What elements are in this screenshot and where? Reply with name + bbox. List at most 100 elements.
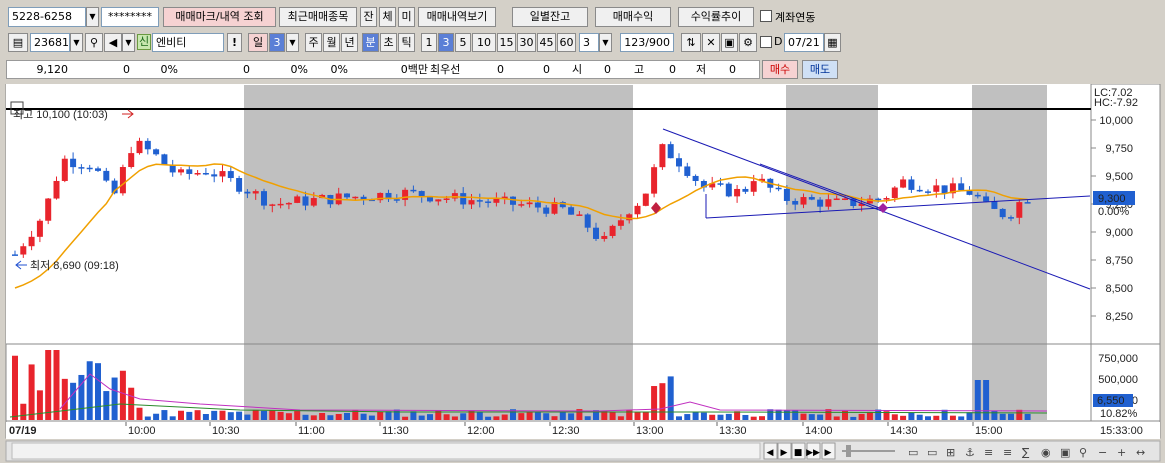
candle-up [651,167,658,194]
volume-bar [393,409,400,420]
interval-30-button[interactable]: 30 [517,33,536,52]
recent-trades-button[interactable]: 최근매매종목 [279,7,357,27]
volume-bar [28,364,35,420]
price-tick-label: 9,000 [1105,227,1133,239]
candle-up [178,169,184,173]
execution-button[interactable]: 체 [379,7,396,27]
open-value: 0 [604,63,611,76]
volume-bar [128,387,135,420]
interval-dropdown[interactable]: ▼ [599,33,612,52]
sell-button[interactable]: 매도 [802,60,838,79]
time-tick-label: 11:00 [298,425,325,437]
best-ask-value: 0 [497,63,504,76]
volume-bar [219,410,226,420]
alert-icon[interactable]: ! [227,33,242,52]
account-link-checkbox[interactable] [760,10,772,22]
volume-bar [451,416,458,420]
candle-up [269,204,276,206]
current-volume-pct: 10.82% [1100,408,1138,420]
chart-type-icon[interactable]: ⇅ [681,33,701,52]
interval-3-button[interactable]: 3 [438,33,454,52]
volume-bar [659,383,666,420]
time-tick-label: 12:30 [552,425,580,437]
speaker-icon[interactable]: ◀ [104,33,122,52]
password-field[interactable]: ******** [101,7,159,27]
interval-1-button[interactable]: 1 [421,33,437,52]
daily-balance-button[interactable]: 일별잔고 [512,7,588,27]
volume-bar [319,412,326,420]
interval-15-button[interactable]: 15 [497,33,516,52]
interval-input[interactable]: 3 [579,33,599,52]
period-yearly-button[interactable]: 년 [341,33,358,52]
candle-down [460,193,467,205]
search-icon[interactable]: ⚲ [85,33,103,52]
volume-bar [269,410,276,420]
period-monthly-button[interactable]: 월 [323,33,340,52]
calendar-icon[interactable]: ▦ [824,33,841,52]
volume-bar [244,414,251,420]
session-shade-band [244,85,633,420]
day-count-dropdown[interactable]: ▼ [286,33,299,52]
volume-bar [236,411,243,420]
high-label: 고 [634,63,645,76]
candle-up [734,188,741,197]
return-trend-button[interactable]: 수익률추이 [678,7,754,27]
period-minute-button[interactable]: 분 [362,33,379,52]
trade-history-button[interactable]: 매매내역보기 [418,7,496,27]
candle-up [526,202,533,205]
date-checkbox[interactable] [760,36,772,48]
account-select[interactable]: 5228-6258 [8,7,86,27]
save-icon[interactable]: ▣ [721,33,738,52]
balance-button[interactable]: 잔 [360,7,377,27]
candle-down [584,214,591,228]
stock-code-input[interactable]: 236810 [30,33,70,52]
period-daily-button[interactable]: 일 [248,33,268,52]
trade-mark-button[interactable]: 매매마크/내역 조회 [163,7,276,27]
day-count-field[interactable]: 3 [269,33,285,52]
candle-down [941,185,948,194]
cross-icon[interactable]: ✕ [702,33,720,52]
layout-icon[interactable]: ▤ [8,33,28,52]
time-tick-label: 12:00 [467,425,495,437]
interval-60-button[interactable]: 60 [557,33,576,52]
period-weekly-button[interactable]: 주 [305,33,322,52]
volume-bar [966,412,973,420]
volume-bar [833,416,840,420]
candle-down [684,166,691,176]
candle-down [86,167,93,170]
candle-up [285,202,292,205]
interval-45-button[interactable]: 45 [537,33,556,52]
unfilled-button[interactable]: 미 [398,7,415,27]
candle-down [244,191,251,194]
sound-dropdown[interactable]: ▼ [122,33,135,52]
period-second-button[interactable]: 초 [380,33,397,52]
gear-icon[interactable]: ⚙ [739,33,757,52]
session-shade-band [972,85,1047,420]
time-tick-label: 10:00 [128,425,156,437]
stock-code-dropdown[interactable]: ▼ [70,33,83,52]
candle-down [817,199,824,207]
candle-down [593,227,599,239]
time-tick-label: 10:30 [212,425,240,437]
volume-bar [418,415,425,420]
candle-down [676,158,682,167]
volume-bar [169,416,176,420]
candle-up [933,185,940,192]
volume-bar [933,415,940,420]
interval-5-button[interactable]: 5 [455,33,471,52]
candle-up [194,173,201,175]
stock-chart[interactable]: 10,0009,7509,5009,2509,0008,7508,5008,25… [0,84,1165,463]
date-input[interactable]: 07/21 [784,33,824,52]
volume-bar [742,414,749,420]
period-tick-button[interactable]: 틱 [398,33,415,52]
volume-bar [1008,413,1014,420]
account-dropdown-button[interactable]: ▼ [86,7,99,27]
count-field[interactable]: 123/900 [620,33,674,52]
toolbar-icon: − [1098,446,1107,459]
interval-10-button[interactable]: 10 [472,33,496,52]
trade-profit-button[interactable]: 매매수익 [595,7,671,27]
volume-bar [709,414,716,420]
buy-button[interactable]: 매수 [762,60,798,79]
volume-bar [153,413,160,420]
volume-bar [916,414,923,420]
